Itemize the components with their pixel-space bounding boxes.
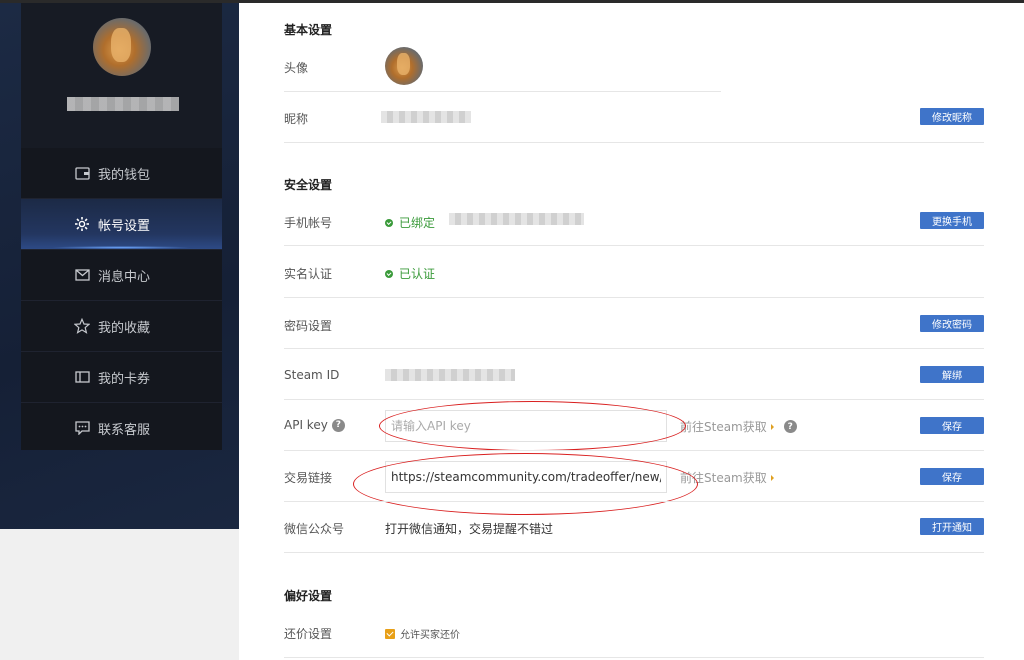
sidebar-item-wallet[interactable]: 我的钱包 [21,148,222,198]
divider [284,142,984,143]
sidebar-item-messages[interactable]: 消息中心 [21,250,222,300]
divider [284,348,984,349]
nickname-label: 昵称 [284,112,309,126]
apikey-input[interactable] [385,410,667,442]
apikey-label: API key [284,418,328,432]
apikey-steam-link[interactable]: 前往Steam获取 ? [680,418,797,435]
realname-label: 实名认证 [284,267,333,281]
divider [284,297,984,298]
allow-bargain-checkbox[interactable]: 允许买家还价 [385,626,460,641]
trade-steam-link[interactable]: 前往Steam获取 [680,469,774,486]
sidebar-item-support[interactable]: 联系客服 [21,403,222,453]
section-title-security: 安全设置 [284,178,333,192]
divider [284,657,984,658]
password-label: 密码设置 [284,319,333,333]
mail-icon [74,267,90,283]
realname-status: 已认证 [385,265,435,282]
divider [284,91,721,92]
divider [284,501,984,502]
change-phone-button[interactable]: 更换手机 [920,212,984,229]
enable-notification-button[interactable]: 打开通知 [920,518,984,535]
wechat-description: 打开微信通知，交易提醒不错过 [385,522,554,536]
unbind-steam-button[interactable]: 解绑 [920,366,984,383]
sidebar-item-favorites[interactable]: 我的收藏 [21,301,222,351]
help-icon[interactable]: ? [331,418,345,432]
apikey-label-row: API key ? [284,418,345,432]
check-circle-icon [385,218,393,227]
save-apikey-button[interactable]: 保存 [920,417,984,434]
star-icon [74,318,90,334]
sidebar-item-label: 联系客服 [98,422,151,438]
edit-nickname-button[interactable]: 修改昵称 [920,108,984,125]
sidebar-item-coupons[interactable]: 我的卡券 [21,352,222,402]
phone-status-text: 已绑定 [399,216,436,230]
coupon-icon [74,369,90,385]
section-title-basic: 基本设置 [284,23,333,37]
avatar-label: 头像 [284,61,309,75]
username-redacted [67,97,179,111]
divider [284,245,984,246]
phone-label: 手机帐号 [284,216,333,230]
avatar[interactable] [93,18,151,76]
sidebar-item-account-settings[interactable]: 帐号设置 [21,199,222,249]
divider [284,450,984,451]
checkbox-checked-icon[interactable] [385,628,395,639]
sidebar-item-label: 消息中心 [98,269,151,285]
divider [284,399,984,400]
phone-redacted [449,213,584,225]
divider [284,552,984,553]
steamid-label: Steam ID [284,368,340,382]
trade-link-text: 前往Steam获取 [680,471,767,485]
sidebar-item-label: 我的钱包 [98,167,151,183]
allow-bargain-label: 允许买家还价 [400,630,460,641]
nickname-redacted [381,111,471,123]
change-password-button[interactable]: 修改密码 [920,315,984,332]
sidebar-item-label: 我的收藏 [98,320,151,336]
bargain-label: 还价设置 [284,627,333,641]
wechat-label: 微信公众号 [284,522,345,536]
help-icon[interactable]: ? [783,420,797,433]
arrow-right-icon [770,474,774,481]
section-title-preferences: 偏好设置 [284,589,333,603]
profile-card [21,3,222,148]
gear-icon [74,216,90,232]
realname-status-text: 已认证 [399,267,436,281]
settings-panel: 基本设置 头像 昵称 修改昵称 安全设置 手机帐号 已绑定 更换手机 实名认证 … [239,3,1024,660]
steamid-redacted [385,369,515,381]
wallet-icon [74,165,90,181]
sidebar-item-label: 帐号设置 [98,218,151,234]
check-circle-icon [385,269,393,278]
save-trade-link-button[interactable]: 保存 [920,468,984,485]
apikey-link-text: 前往Steam获取 [680,420,767,434]
phone-status: 已绑定 [385,214,435,231]
trade-link-input[interactable] [385,461,667,493]
chat-icon [74,420,90,436]
sidebar-item-label: 我的卡券 [98,371,151,387]
avatar[interactable] [385,47,423,85]
trade-link-label: 交易链接 [284,471,333,485]
sidebar-menu: 我的钱包 帐号设置 消息中心 我的收藏 我的卡券 联系客服 [21,148,222,450]
arrow-right-icon [770,423,774,430]
